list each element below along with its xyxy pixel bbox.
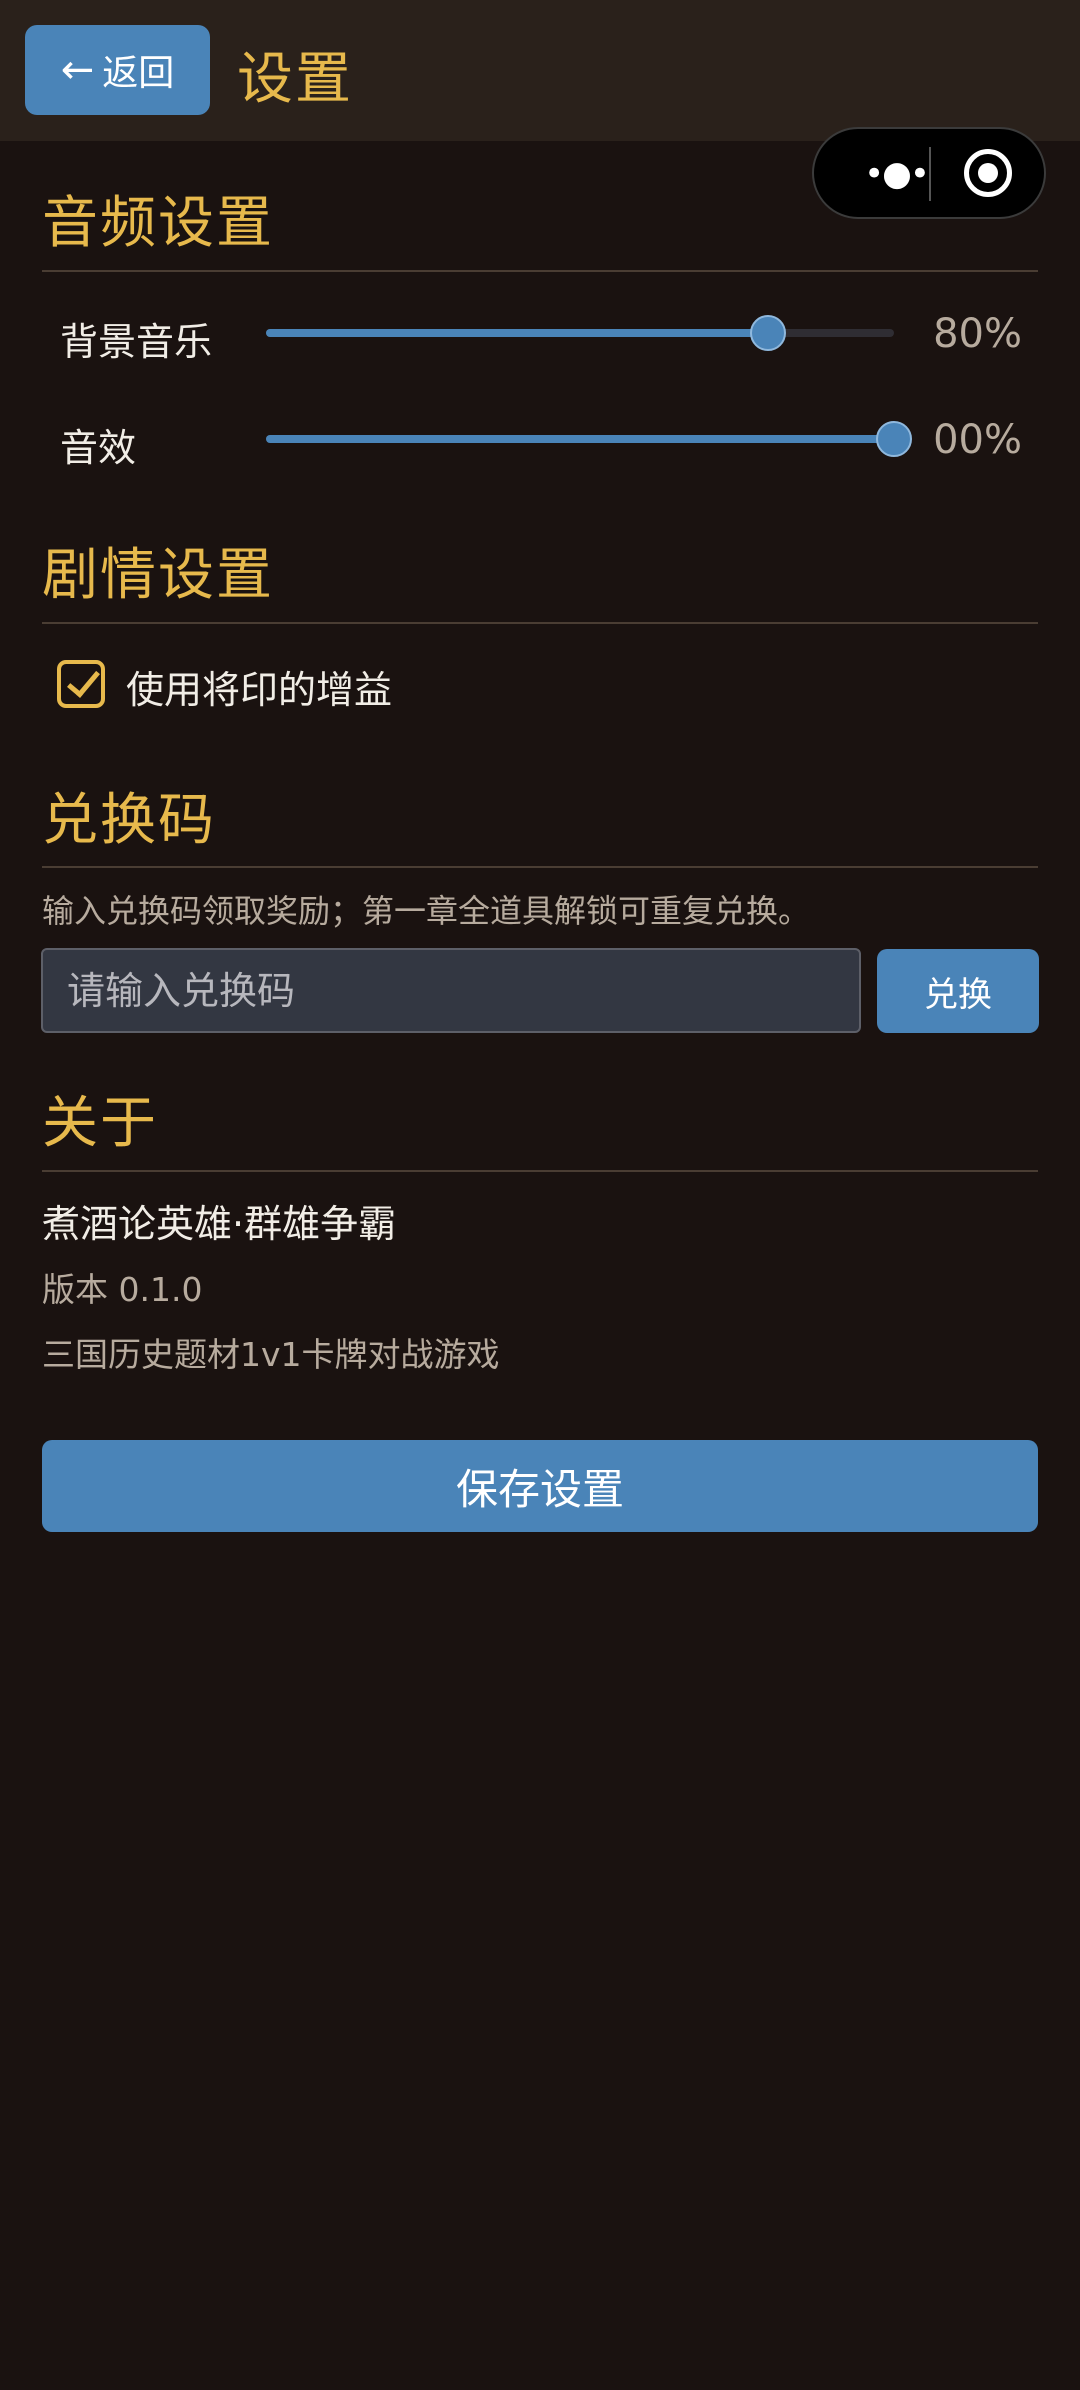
bgm-slider-fill <box>266 329 769 337</box>
sfx-label: 音效 <box>60 426 137 470</box>
top-bar: ← 返回 设置 <box>0 0 1080 141</box>
redeem-button[interactable]: 兑换 <box>877 949 1039 1033</box>
page-title: 设置 <box>237 47 353 112</box>
game-description: 三国历史题材1v1卡牌对战游戏 <box>42 1335 500 1374</box>
sfx-value: 00% <box>933 417 1022 463</box>
audio-section-title: 音频设置 <box>42 191 274 256</box>
version-text: 版本 0.1.0 <box>42 1270 203 1309</box>
bgm-label: 背景音乐 <box>60 320 213 364</box>
redeem-code-input[interactable] <box>41 948 861 1033</box>
redeem-hint: 输入兑换码领取奖励；第一章全道具解锁可重复兑换。 <box>42 892 811 930</box>
checkmark-icon <box>67 663 100 698</box>
arrow-left-icon: ← <box>60 47 95 93</box>
section-divider <box>42 1170 1038 1172</box>
capsule-divider <box>929 147 931 201</box>
game-name: 煮酒论英雄·群雄争霸 <box>42 1202 397 1246</box>
redeem-section-title: 兑换码 <box>42 788 216 853</box>
miniprogram-capsule: •●• <box>812 127 1046 219</box>
bgm-slider[interactable] <box>266 315 894 351</box>
sfx-slider[interactable] <box>266 421 912 457</box>
back-button-label: 返回 <box>102 53 175 94</box>
back-button[interactable]: ← 返回 <box>25 25 210 115</box>
save-settings-button[interactable]: 保存设置 <box>42 1440 1038 1532</box>
sfx-slider-thumb[interactable] <box>876 421 912 457</box>
section-divider <box>42 622 1038 624</box>
bgm-value: 80% <box>933 311 1022 357</box>
seal-bonus-checkbox[interactable] <box>57 660 105 708</box>
section-divider <box>42 270 1038 272</box>
story-section-title: 剧情设置 <box>42 543 274 608</box>
bgm-slider-thumb[interactable] <box>750 315 787 351</box>
sfx-slider-fill <box>266 435 894 443</box>
seal-bonus-label: 使用将印的增益 <box>126 668 393 712</box>
target-icon[interactable] <box>964 149 1012 197</box>
section-divider <box>42 866 1038 868</box>
about-section-title: 关于 <box>42 1091 158 1156</box>
